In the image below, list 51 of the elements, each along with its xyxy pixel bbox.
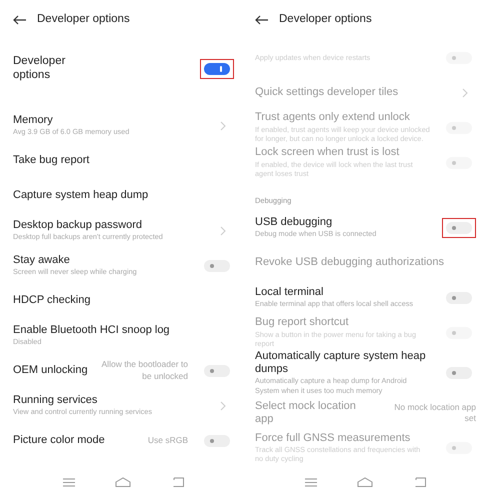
setting-row[interactable]: Capture system heap dump xyxy=(13,178,234,213)
toggle-switch[interactable] xyxy=(204,434,230,446)
setting-row[interactable]: Take bug report xyxy=(13,143,234,178)
setting-title: Developer options xyxy=(13,55,66,83)
chevron-icon xyxy=(220,120,226,130)
setting-title: Running services xyxy=(13,394,98,408)
toggle-switch[interactable] xyxy=(204,63,230,75)
back-icon[interactable] xyxy=(13,15,27,25)
chevron-icon xyxy=(220,400,226,410)
setting-row[interactable]: Picture color mode Use sRGB xyxy=(13,423,234,458)
chevron-icon xyxy=(220,226,226,236)
setting-row[interactable]: Developer options xyxy=(13,40,234,98)
screen-title: Developer options xyxy=(37,12,130,28)
setting-title: Stay awake xyxy=(13,254,71,268)
toggle-switch[interactable] xyxy=(446,366,472,379)
back-nav-icon[interactable] xyxy=(172,477,184,487)
setting-title: Local terminal xyxy=(255,286,324,300)
back-icon[interactable] xyxy=(255,15,269,25)
setting-title: Desktop backup password xyxy=(13,219,144,232)
home-icon[interactable] xyxy=(115,477,132,487)
setting-row[interactable]: HDCP checking xyxy=(13,283,234,318)
setting-title: Bug report shortcut xyxy=(255,316,350,330)
setting-title: Picture color mode xyxy=(13,434,106,448)
setting-title: Enable Bluetooth HCI snoop log xyxy=(13,324,171,338)
setting-row[interactable]: OEM unlocking Allow the bootloader to be unlocked xyxy=(13,353,234,388)
menu-icon[interactable] xyxy=(305,478,318,486)
setting-title: Trust agents only extend unlock xyxy=(255,111,411,125)
setting-value: No mock location app set xyxy=(393,402,476,424)
chevron-icon xyxy=(462,88,468,98)
toggle-switch[interactable] xyxy=(204,364,230,376)
back-nav-icon[interactable] xyxy=(414,477,426,487)
setting-title: Select mock location app xyxy=(255,400,357,426)
setting-title: Lock screen when trust is lost xyxy=(255,146,400,160)
toggle-switch[interactable] xyxy=(446,222,472,234)
setting-title: HDCP checking xyxy=(13,294,92,308)
setting-title: Capture system heap dump xyxy=(13,188,150,202)
setting-title: Automatically capture system heap dumps xyxy=(255,350,427,376)
setting-title: Memory xyxy=(13,114,54,128)
home-icon[interactable] xyxy=(357,477,374,487)
setting-title: OEM unlocking xyxy=(13,364,89,378)
setting-title: Quick settings developer tiles xyxy=(255,86,400,100)
setting-title: Revoke USB debugging authorizations xyxy=(255,256,445,270)
toggle-switch[interactable] xyxy=(204,260,230,272)
setting-value: Allow the bootloader to be unlocked xyxy=(100,359,188,382)
toggle-switch[interactable] xyxy=(446,292,472,304)
screen-title: Developer options xyxy=(279,12,372,28)
setting-title: Force full GNSS measurements xyxy=(255,432,412,445)
setting-value: Use sRGB xyxy=(148,434,188,446)
setting-title: USB debugging xyxy=(255,216,334,230)
menu-icon[interactable] xyxy=(63,478,76,486)
setting-title: Take bug report xyxy=(13,154,90,168)
